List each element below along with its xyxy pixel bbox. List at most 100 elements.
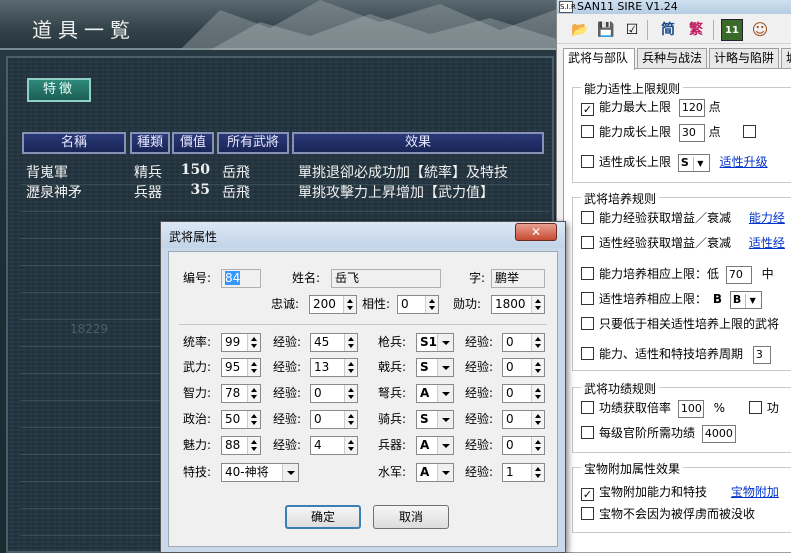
spinner-arrows-icon[interactable] (344, 334, 357, 351)
treasure-attr-checkbox[interactable]: ✓ (581, 488, 594, 501)
save-icon[interactable]: 💾 (595, 19, 617, 41)
name-field[interactable]: 岳飞 (331, 269, 441, 288)
tab-schemes-traps[interactable]: 计略与陷阱 (709, 48, 779, 69)
open-folder-icon[interactable]: 📂 (569, 19, 591, 41)
spinner-arrows-icon[interactable] (531, 437, 544, 454)
politics-stepper[interactable]: 50 (221, 410, 261, 429)
merit-stepper[interactable]: 1800 (491, 295, 545, 314)
war-exp-stepper[interactable]: 13 (310, 358, 358, 377)
spinner-arrows-icon[interactable] (425, 296, 438, 313)
training-cycle-checkbox[interactable] (581, 347, 594, 360)
charm-stepper[interactable]: 88 (221, 436, 261, 455)
spinner-arrows-icon[interactable] (531, 359, 544, 376)
aptitude-growth-select[interactable]: S ▼ (677, 153, 710, 172)
tab-city[interactable]: 城 (781, 48, 791, 69)
merit-rate-checkbox[interactable] (581, 401, 594, 414)
max-ability-checkbox[interactable]: ✓ (581, 103, 594, 116)
traditional-chinese-button[interactable]: 繁 (685, 19, 707, 41)
spear-aptitude-select[interactable]: S1 (416, 333, 454, 352)
extra-checkbox[interactable] (742, 125, 756, 138)
san11-icon[interactable]: 11 (721, 19, 743, 41)
intelligence-exp-stepper[interactable]: 0 (310, 384, 358, 403)
crossbow-exp-stepper[interactable]: 0 (502, 384, 545, 403)
spinner-arrows-icon[interactable] (531, 411, 544, 428)
halberd-exp-stepper[interactable]: 0 (502, 358, 545, 377)
leadership-stepper[interactable]: 99 (221, 333, 261, 352)
rank-merit-checkbox[interactable] (581, 426, 594, 439)
max-ability-input[interactable]: 120 (678, 98, 705, 117)
cavalry-aptitude-select[interactable]: S (416, 410, 454, 429)
spinner-arrows-icon[interactable] (247, 334, 260, 351)
spinner-arrows-icon[interactable] (531, 464, 544, 481)
aptitude-train-select[interactable]: B ▼ (729, 290, 763, 309)
ability-train-limit-checkbox[interactable] (581, 267, 594, 280)
extra-checkbox[interactable] (748, 401, 762, 414)
crossbow-aptitude-select[interactable]: A (416, 384, 454, 403)
leadership-exp-stepper[interactable]: 45 (310, 333, 358, 352)
spinner-arrows-icon[interactable] (247, 437, 260, 454)
table-row[interactable]: 瀝泉神矛 兵器 35 岳飛 單挑攻擊力上昇增加【武力值】 (22, 182, 552, 202)
spinner-arrows-icon[interactable] (247, 359, 260, 376)
spinner-arrows-icon[interactable] (344, 359, 357, 376)
cavalry-exp-stepper[interactable]: 0 (502, 410, 545, 429)
feature-filter-button[interactable]: 特徴 (27, 78, 91, 102)
spinner-arrows-icon[interactable] (247, 411, 260, 428)
below-limit-checkbox[interactable] (581, 317, 594, 330)
spinner-arrows-icon[interactable] (344, 437, 357, 454)
intelligence-stepper[interactable]: 78 (221, 384, 261, 403)
treasure-attr-link[interactable]: 宝物附加 (731, 485, 779, 499)
aptitude-exp-link[interactable]: 适性经 (749, 236, 785, 250)
spinner-arrows-icon[interactable] (344, 411, 357, 428)
courtesy-name-field[interactable]: 鹏举 (491, 269, 545, 288)
column-header-value[interactable]: 價值 (172, 132, 214, 154)
halberd-aptitude-select[interactable]: S (416, 358, 454, 377)
tab-generals-units[interactable]: 武将与部队 (563, 48, 635, 70)
loyalty-stepper[interactable]: 200 (309, 295, 357, 314)
exp-label: 经验: (465, 386, 494, 400)
navy-exp-stepper[interactable]: 1 (502, 463, 545, 482)
merit-rate-input[interactable]: 100 (677, 399, 704, 418)
ability-exp-checkbox[interactable] (581, 211, 594, 224)
siege-exp-stepper[interactable]: 0 (502, 436, 545, 455)
spinner-arrows-icon[interactable] (344, 385, 357, 402)
dialog-titlebar[interactable]: 武将属性 ✕ (161, 222, 565, 248)
politics-exp-stepper[interactable]: 0 (310, 410, 358, 429)
spinner-arrows-icon[interactable] (531, 385, 544, 402)
column-header-type[interactable]: 種類 (130, 132, 170, 154)
training-cycle-input[interactable]: 3 (752, 345, 771, 364)
spinner-arrows-icon[interactable] (247, 385, 260, 402)
ok-button[interactable]: 确定 (285, 505, 361, 529)
spinner-arrows-icon[interactable] (531, 296, 544, 313)
aptitude-train-limit-checkbox[interactable] (581, 292, 594, 305)
cancel-button[interactable]: 取消 (373, 505, 449, 529)
siege-aptitude-select[interactable]: A (416, 436, 454, 455)
aptitude-growth-checkbox[interactable] (581, 155, 594, 168)
ability-exp-link[interactable]: 能力经 (749, 211, 785, 225)
id-field[interactable]: 84 (221, 269, 261, 288)
affinity-stepper[interactable]: 0 (397, 295, 439, 314)
stat-label: 统率: (183, 335, 212, 349)
skill-select[interactable]: 40-神将 (221, 463, 299, 482)
checklist-icon[interactable]: ☑ (621, 19, 643, 41)
aptitude-exp-checkbox[interactable] (581, 236, 594, 249)
column-header-effect[interactable]: 效果 (292, 132, 544, 154)
ability-train-low-input[interactable]: 70 (725, 265, 752, 284)
growth-limit-checkbox[interactable] (581, 125, 594, 138)
column-header-name[interactable]: 名稱 (22, 132, 126, 154)
column-header-owner[interactable]: 所有武將 (217, 132, 289, 154)
growth-limit-input[interactable]: 30 (678, 123, 705, 142)
spinner-arrows-icon[interactable] (531, 334, 544, 351)
navy-aptitude-select[interactable]: A (416, 463, 454, 482)
close-icon[interactable]: ✕ (515, 223, 557, 241)
simplified-chinese-button[interactable]: 简 (657, 19, 679, 41)
spear-exp-stepper[interactable]: 0 (502, 333, 545, 352)
spinner-arrows-icon[interactable] (343, 296, 356, 313)
aptitude-upgrade-link[interactable]: 适性升级 (720, 155, 768, 169)
charm-exp-stepper[interactable]: 4 (310, 436, 358, 455)
tab-troops-tactics[interactable]: 兵种与战法 (637, 48, 707, 69)
rank-merit-input[interactable]: 4000 (701, 424, 736, 443)
war-stepper[interactable]: 95 (221, 358, 261, 377)
treasure-keep-checkbox[interactable] (581, 507, 594, 520)
avatar-icon[interactable]: ☺ (749, 19, 771, 41)
table-row[interactable]: 背嵬軍 精兵 150 岳飛 單挑退卻必成功加【統率】及特技 (22, 162, 552, 182)
